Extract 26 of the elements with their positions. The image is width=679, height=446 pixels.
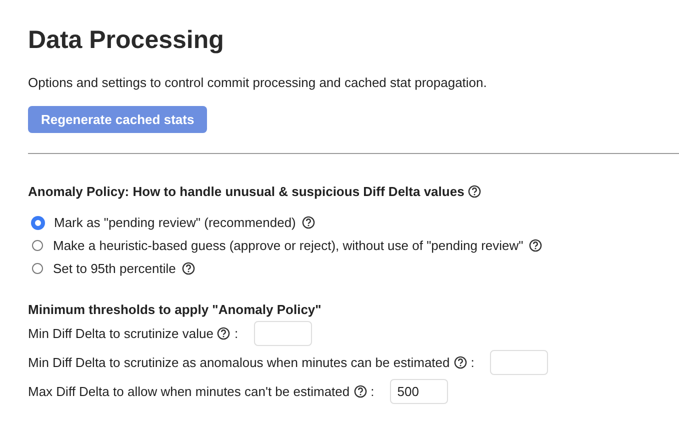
help-icon[interactable] — [354, 385, 367, 398]
help-icon[interactable] — [217, 327, 230, 340]
help-icon[interactable] — [182, 262, 195, 275]
page-title: Data Processing — [28, 26, 224, 55]
field-label: Min Diff Delta to scrutinize as anomalous when minutes can be estimated — [28, 355, 450, 370]
help-icon[interactable] — [302, 216, 315, 229]
input-field[interactable]: 500 — [390, 379, 448, 404]
section-heading: Anomaly Policy: How to handle unusual & suspicious Diff Delta values — [28, 184, 464, 199]
section-heading: Minimum thresholds to apply "Anomaly Policy" — [28, 302, 322, 317]
radio-label[interactable]: Mark as "pending review" (recommended) — [54, 215, 296, 230]
input-field[interactable] — [490, 350, 548, 375]
help-icon[interactable] — [468, 185, 482, 198]
field-colon: : — [370, 384, 374, 399]
field-colon: : — [470, 355, 474, 370]
radio-button[interactable] — [32, 263, 43, 274]
radio-label[interactable]: Make a heuristic-based guess (approve or reject), without use of "pending review" — [53, 238, 524, 253]
page-description: Options and settings to control commit processing and cached stat propagation. — [28, 75, 487, 90]
help-icon[interactable] — [454, 356, 467, 369]
radio-button[interactable] — [32, 216, 44, 228]
input-field[interactable] — [254, 321, 312, 346]
help-icon[interactable] — [529, 239, 542, 252]
radio-label[interactable]: Set to 95th percentile — [53, 261, 176, 276]
field-colon: : — [234, 326, 238, 341]
radio-button[interactable] — [32, 240, 43, 251]
field-label: Min Diff Delta to scrutinize value — [28, 326, 214, 341]
field-label: Max Diff Delta to allow when minutes can't be estimated — [28, 384, 350, 399]
